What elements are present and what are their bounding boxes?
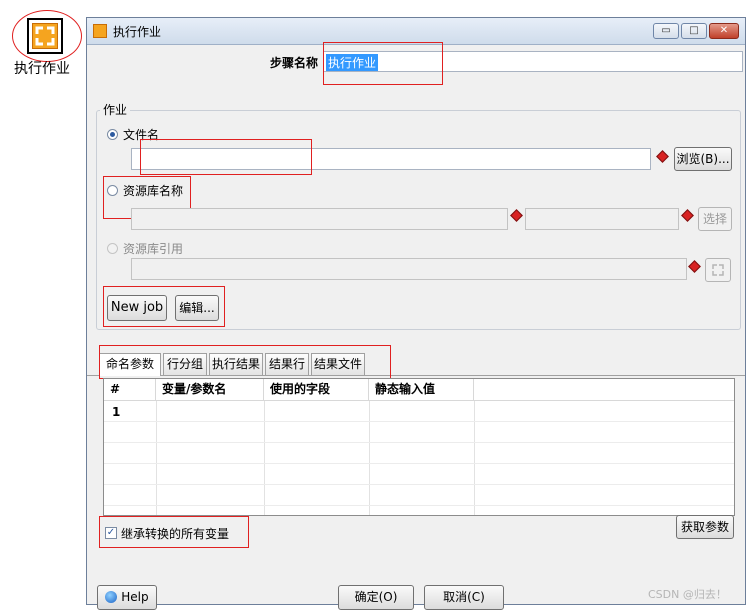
execute-job-title-icon — [93, 24, 107, 38]
watermark-text: CSDN @归去！ — [648, 588, 727, 601]
column-header-param-name[interactable]: 变量/参数名 — [156, 379, 264, 401]
repo-directory-input[interactable] — [131, 208, 508, 230]
annotation-box-step-name — [323, 42, 443, 85]
repo-ref-input[interactable] — [131, 258, 687, 280]
column-header-empty — [474, 379, 734, 401]
reference-icon — [712, 264, 724, 276]
repo-ref-select-button[interactable] — [705, 258, 731, 282]
column-header-field-used[interactable]: 使用的字段 — [264, 379, 369, 401]
row-index: 1 — [112, 405, 121, 419]
help-button[interactable]: Help — [97, 585, 157, 610]
get-params-button[interactable]: 获取参数 — [676, 515, 734, 539]
repo-ref-label: 资源库引用 — [123, 242, 184, 256]
column-header-index[interactable]: # — [104, 379, 156, 401]
close-button[interactable]: ✕ — [709, 23, 739, 39]
minimize-button[interactable]: ▭ — [653, 23, 679, 39]
execute-job-icon — [32, 23, 58, 49]
repo-job-name-input[interactable] — [525, 208, 679, 230]
dialog-content: 步骤名称 执行作业 作业 文件名 浏览(B)... 资源库名称 选择 资源库引用 — [87, 42, 745, 610]
table-row[interactable]: 1 — [104, 401, 734, 422]
annotation-box-tabs — [99, 345, 391, 379]
execute-job-dialog: 执行作业 ▭ □ ✕ 步骤名称 执行作业 作业 文件名 浏览(B)... 资源库… — [86, 17, 746, 610]
select-button[interactable]: 选择 — [698, 207, 732, 231]
help-label: Help — [121, 590, 149, 604]
title-bar: 执行作业 ▭ □ ✕ — [87, 18, 745, 45]
named-params-table: # 变量/参数名 使用的字段 静态输入值 1 — [103, 378, 735, 516]
step-name-label: 步骤名称 — [270, 56, 319, 70]
annotation-box-filename — [140, 139, 312, 175]
annotation-box-job-buttons — [103, 286, 225, 327]
cancel-button[interactable]: 取消(C) — [424, 585, 504, 610]
repo-ref-radio[interactable] — [107, 243, 118, 254]
job-group-title: 作业 — [100, 101, 131, 118]
table-row-empty — [104, 443, 734, 464]
browse-button[interactable]: 浏览(B)... — [674, 147, 732, 171]
desktop-icon-label: 执行作业 — [14, 61, 70, 77]
table-row-empty — [104, 464, 734, 485]
table-row-empty — [104, 422, 734, 443]
ok-button[interactable]: 确定(O) — [338, 585, 414, 610]
annotation-box-inherit — [99, 516, 249, 548]
column-header-static-value[interactable]: 静态输入值 — [369, 379, 474, 401]
execute-job-desktop-icon[interactable] — [27, 18, 63, 54]
window-title: 执行作业 — [113, 25, 162, 39]
maximize-button[interactable]: □ — [681, 23, 707, 39]
help-icon — [105, 591, 118, 603]
table-row-empty — [104, 485, 734, 506]
filename-radio[interactable] — [107, 129, 118, 140]
